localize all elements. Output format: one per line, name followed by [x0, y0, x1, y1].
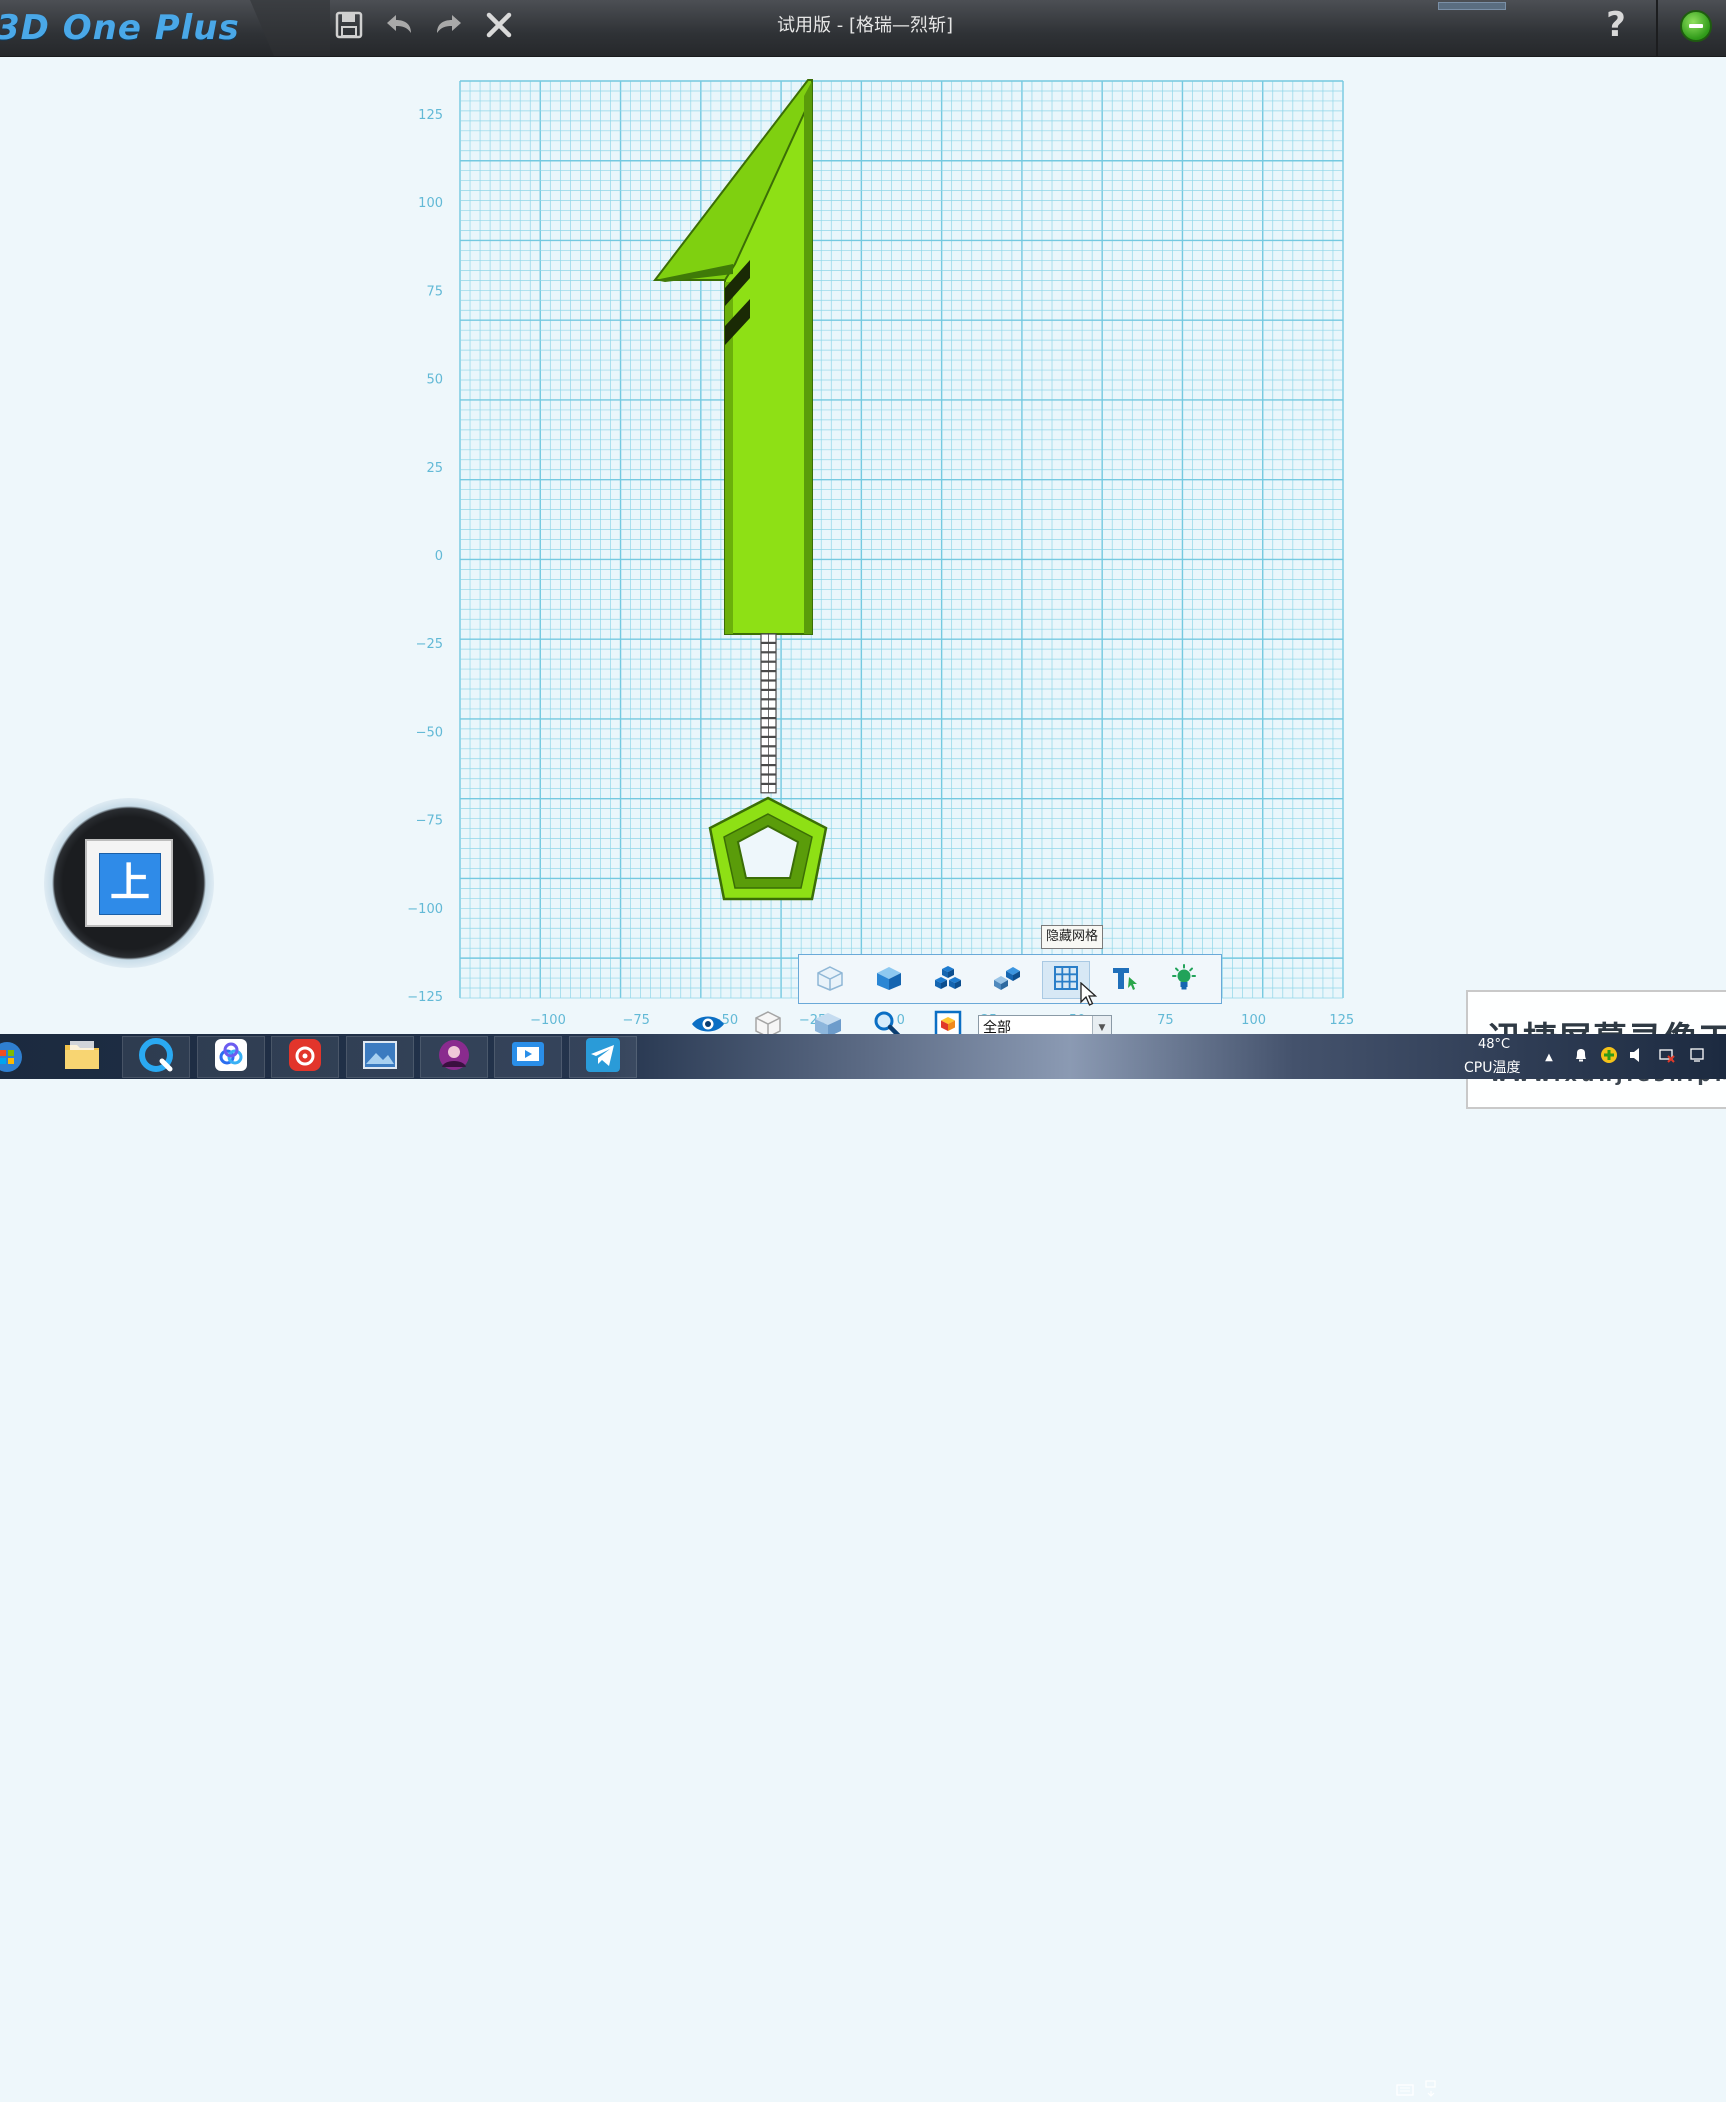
tray-window-switch[interactable]: [1422, 2080, 1440, 2102]
logo-notch: [250, 0, 330, 56]
taskbar-netdisk[interactable]: [197, 1036, 265, 1078]
avatar-app-icon: [434, 1035, 474, 1079]
redo-button[interactable]: [430, 8, 468, 46]
cpu-temperature-label: CPU温度: [1464, 1060, 1521, 1076]
file-explorer-icon: [62, 1037, 102, 1077]
display-toolbar: [798, 954, 1222, 1004]
view-cube-top-label[interactable]: 上: [99, 853, 161, 915]
screen-recorder-icon: [508, 1037, 548, 1077]
network-off-icon: [1658, 1047, 1676, 1067]
save-icon: [334, 10, 364, 44]
close-document-button[interactable]: [480, 8, 518, 46]
telegram-icon: [583, 1035, 623, 1079]
taskbar-telegram[interactable]: [569, 1036, 637, 1078]
wireframe-cube-icon: [815, 964, 845, 996]
grid-icon: [1052, 964, 1080, 996]
cpu-temperature: 48°C: [1478, 1037, 1511, 1052]
speaker-icon: [1628, 1047, 1646, 1067]
hide-grid-tooltip: 隐藏网格: [1041, 925, 1104, 949]
text-tool-button[interactable]: [1101, 961, 1149, 999]
stack-view-button[interactable]: [924, 961, 972, 999]
view-cube[interactable]: 上: [44, 798, 214, 968]
mouse-pointer-icon: [1080, 982, 1098, 1006]
shaded-cube-icon: [874, 964, 904, 996]
taskbar-file-explorer[interactable]: [48, 1036, 116, 1078]
title-bar: 3D One Plus 试用版 - [格瑞—烈斩] ?: [0, 0, 1726, 57]
text-tool-icon: [1110, 964, 1140, 996]
3d-viewport[interactable]: 125 100 75 50 25 0 −25 −50 −75 −100 −125 −100 −75 −50…: [0, 56, 1726, 1109]
bell-icon: [1573, 1047, 1589, 1067]
sword-model[interactable]: [0, 56, 1726, 1034]
taskbar-photos[interactable]: [346, 1036, 414, 1078]
tray-keyboard[interactable]: [1396, 2082, 1414, 2100]
lighting-button[interactable]: [1160, 961, 1208, 999]
tray-notification[interactable]: [1572, 1048, 1590, 1066]
minimize-icon[interactable]: [1680, 10, 1712, 42]
start-icon: [0, 1042, 24, 1080]
action-center-icon: [1689, 1047, 1705, 1067]
security-badge-icon: [1600, 1046, 1618, 1068]
tray-security[interactable]: [1600, 1046, 1618, 1068]
keyboard-icon: [1396, 2082, 1414, 2101]
tray-action-center[interactable]: [1688, 1048, 1706, 1066]
assembly-view-button[interactable]: [983, 961, 1031, 999]
baidu-netdisk-icon: [211, 1035, 251, 1079]
progress-strip: [1438, 2, 1506, 10]
handle-chain: [760, 633, 777, 794]
photo-viewer-icon: [360, 1037, 400, 1077]
chevron-up-icon: ▲: [1545, 1051, 1553, 1063]
taskbar-recorder[interactable]: [494, 1036, 562, 1078]
shaded-view-button[interactable]: [865, 961, 913, 999]
start-button[interactable]: [0, 1038, 24, 1076]
blade-edge: [804, 81, 812, 634]
tray-expand[interactable]: ▲: [1540, 1048, 1558, 1066]
tray-volume[interactable]: [1628, 1048, 1646, 1066]
titlebar-separator: [1656, 0, 1658, 56]
undo-button[interactable]: [380, 8, 418, 46]
app-logo: 3D One Plus: [0, 8, 240, 48]
taskbar-browser[interactable]: [122, 1036, 190, 1078]
assembly-cubes-icon: [991, 964, 1023, 996]
qq-browser-icon: [136, 1035, 176, 1079]
window-switch-icon: [1424, 2080, 1438, 2102]
stack-cubes-icon: [932, 964, 964, 996]
light-bulb-icon: [1169, 963, 1199, 997]
close-icon: [484, 10, 514, 44]
help-button[interactable]: ?: [1596, 5, 1636, 45]
taskbar-music[interactable]: [271, 1036, 339, 1078]
taskbar-avatar-app[interactable]: [420, 1036, 488, 1078]
undo-icon: [383, 10, 415, 44]
view-cube-face[interactable]: 上: [85, 839, 173, 927]
wireframe-view-button[interactable]: [806, 961, 854, 999]
redo-icon: [433, 10, 465, 44]
save-button[interactable]: [330, 8, 368, 46]
netease-music-icon: [285, 1035, 325, 1079]
document-title: 试用版 - [格瑞—烈斩]: [777, 15, 953, 36]
tray-network[interactable]: [1658, 1048, 1676, 1066]
